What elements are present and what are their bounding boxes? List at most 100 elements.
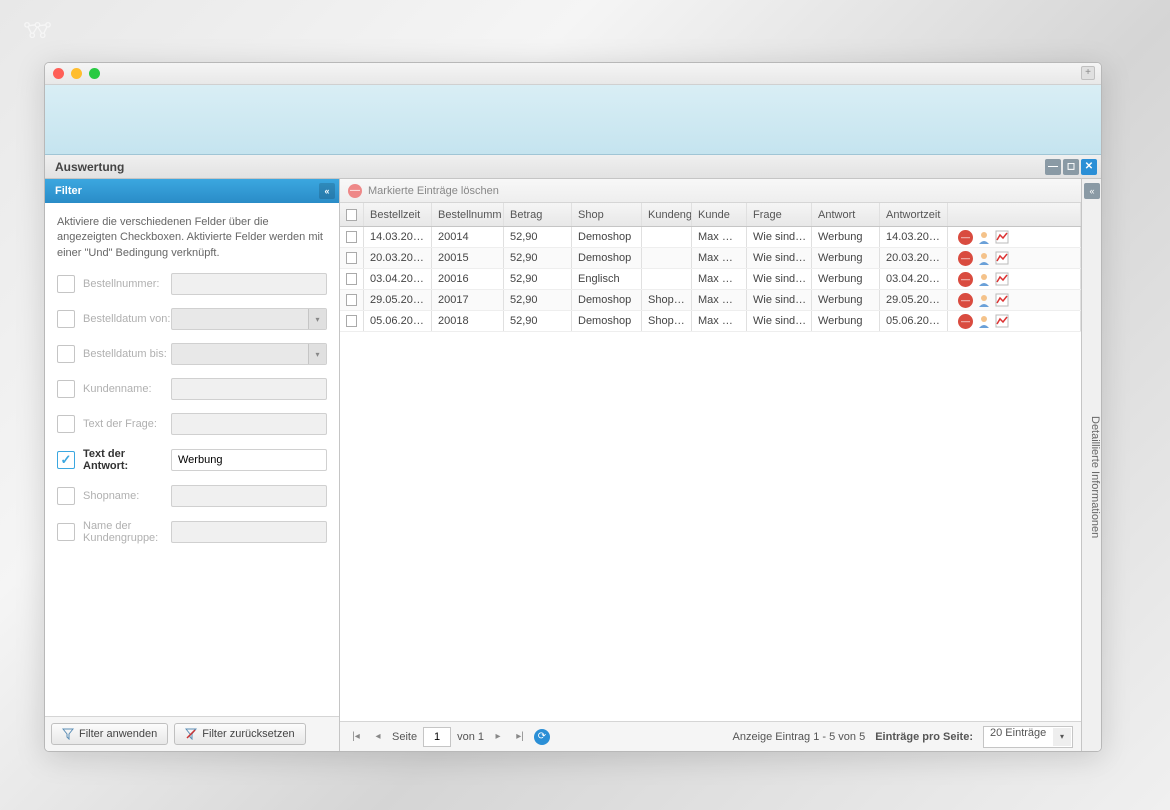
col-bestellzeit[interactable]: Bestellzeit — [364, 203, 432, 226]
zoom-window-button[interactable] — [89, 68, 100, 79]
col-antwort[interactable]: Antwort — [812, 203, 880, 226]
shopname-input[interactable] — [171, 485, 327, 507]
user-icon[interactable] — [976, 314, 991, 329]
cell: 52,90 — [504, 248, 572, 268]
filter-title: Filter — [55, 185, 82, 197]
col-kunde[interactable]: Kunde — [692, 203, 747, 226]
cell: Shop… — [642, 290, 692, 310]
table-row[interactable]: 03.04.20…2001652,90EnglischMax …Wie sind… — [340, 269, 1081, 290]
row-checkbox[interactable] — [346, 231, 357, 243]
cell — [642, 227, 692, 247]
cell: Max … — [692, 311, 747, 331]
delete-row-button[interactable]: — — [958, 293, 973, 308]
chart-icon[interactable] — [994, 251, 1009, 266]
text-frage-checkbox[interactable] — [57, 415, 75, 433]
cell: 03.04.20… — [880, 269, 948, 289]
page-input[interactable] — [423, 727, 451, 747]
table-row[interactable]: 29.05.20…2001752,90DemoshopShop…Max …Wie… — [340, 290, 1081, 311]
first-page-button[interactable]: |◂ — [348, 729, 364, 745]
cell: 29.05.20… — [364, 290, 432, 310]
delete-row-button[interactable]: — — [958, 230, 973, 245]
cell: Demoshop — [572, 248, 642, 268]
bestelldatum-von-checkbox[interactable] — [57, 310, 75, 328]
last-page-button[interactable]: ▸| — [512, 729, 528, 745]
bestelldatum-bis-input[interactable] — [171, 343, 327, 365]
close-window-button[interactable] — [53, 68, 64, 79]
refresh-button[interactable]: ⟳ — [534, 729, 550, 745]
per-page-select[interactable]: 20 Einträge ▾ — [983, 726, 1073, 748]
bestelldatum-bis-checkbox[interactable] — [57, 345, 75, 363]
dropdown-icon: ▾ — [1053, 728, 1071, 746]
kundenname-input[interactable] — [171, 378, 327, 400]
cell: Demoshop — [572, 227, 642, 247]
table-row[interactable]: 05.06.20…2001852,90DemoshopShop…Max …Wie… — [340, 311, 1081, 332]
kundengruppe-checkbox[interactable] — [57, 523, 75, 541]
cell: Wie sind… — [747, 227, 812, 247]
user-icon[interactable] — [976, 293, 991, 308]
bestellnummer-input[interactable] — [171, 273, 327, 295]
bestellnummer-checkbox[interactable] — [57, 275, 75, 293]
delete-row-button[interactable]: — — [958, 272, 973, 287]
delete-row-button[interactable]: — — [958, 251, 973, 266]
next-page-button[interactable]: ▸ — [490, 729, 506, 745]
table-row[interactable]: 14.03.20…2001452,90DemoshopMax …Wie sind… — [340, 227, 1081, 248]
chart-icon[interactable] — [994, 314, 1009, 329]
col-bestellnummer[interactable]: Bestellnumm — [432, 203, 504, 226]
chart-icon[interactable] — [994, 230, 1009, 245]
text-antwort-input[interactable] — [171, 449, 327, 471]
delete-marked-button[interactable]: Markierte Einträge löschen — [368, 185, 499, 197]
prev-page-button[interactable]: ◂ — [370, 729, 386, 745]
kundenname-checkbox[interactable] — [57, 380, 75, 398]
col-antwortzeit[interactable]: Antwortzeit — [880, 203, 948, 226]
reset-filter-label: Filter zurücksetzen — [202, 728, 294, 740]
col-kundengruppe[interactable]: Kundeng — [642, 203, 692, 226]
col-frage[interactable]: Frage — [747, 203, 812, 226]
date-dropdown-icon[interactable]: ▾ — [308, 344, 326, 364]
new-tab-button[interactable]: + — [1081, 66, 1095, 80]
chart-icon[interactable] — [994, 272, 1009, 287]
select-all-checkbox[interactable] — [346, 209, 357, 221]
user-icon[interactable] — [976, 272, 991, 287]
cell: Wie sind… — [747, 269, 812, 289]
cell — [642, 269, 692, 289]
col-shop[interactable]: Shop — [572, 203, 642, 226]
text-antwort-checkbox[interactable] — [57, 451, 75, 469]
date-dropdown-icon[interactable]: ▾ — [308, 309, 326, 329]
app-logo — [20, 18, 55, 43]
table-row[interactable]: 20.03.20…2001552,90DemoshopMax …Wie sind… — [340, 248, 1081, 269]
text-frage-label: Text der Frage: — [83, 418, 171, 430]
filter-description: Aktiviere die verschiedenen Felder über … — [57, 215, 327, 261]
minimize-window-button[interactable] — [71, 68, 82, 79]
expand-detail-button[interactable]: « — [1084, 183, 1100, 199]
cell: 20018 — [432, 311, 504, 331]
cell: 20016 — [432, 269, 504, 289]
row-checkbox[interactable] — [346, 294, 357, 306]
apply-filter-label: Filter anwenden — [79, 728, 157, 740]
text-frage-input[interactable] — [171, 413, 327, 435]
apply-filter-button[interactable]: Filter anwenden — [51, 723, 168, 745]
collapse-filter-button[interactable]: « — [319, 183, 335, 199]
cell: Werbung — [812, 290, 880, 310]
row-checkbox[interactable] — [346, 273, 357, 285]
cell: 20014 — [432, 227, 504, 247]
user-icon[interactable] — [976, 251, 991, 266]
cell: Wie sind… — [747, 311, 812, 331]
chart-icon[interactable] — [994, 293, 1009, 308]
kundengruppe-input[interactable] — [171, 521, 327, 543]
pager-display: Anzeige Eintrag 1 - 5 von 5 — [733, 731, 866, 743]
panel-maximize-button[interactable]: ◻ — [1063, 159, 1079, 175]
row-checkbox[interactable] — [346, 252, 357, 264]
cell: 20.03.20… — [880, 248, 948, 268]
delete-row-button[interactable]: — — [958, 314, 973, 329]
shopname-checkbox[interactable] — [57, 487, 75, 505]
reset-filter-button[interactable]: Filter zurücksetzen — [174, 723, 305, 745]
panel-close-button[interactable]: ✕ — [1081, 159, 1097, 175]
cell: Max … — [692, 227, 747, 247]
app-window: + Auswertung — ◻ ✕ Filter « Aktiviere di… — [44, 62, 1102, 752]
filter-header: Filter « — [45, 179, 339, 203]
panel-minimize-button[interactable]: — — [1045, 159, 1061, 175]
user-icon[interactable] — [976, 230, 991, 245]
row-checkbox[interactable] — [346, 315, 357, 327]
bestelldatum-von-input[interactable] — [171, 308, 327, 330]
col-betrag[interactable]: Betrag — [504, 203, 572, 226]
